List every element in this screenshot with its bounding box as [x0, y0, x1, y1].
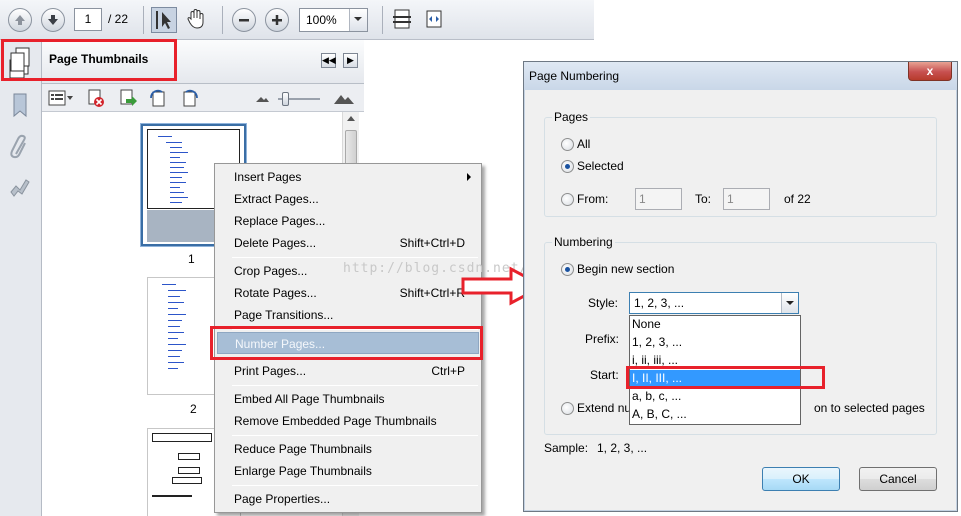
select-tool-icon[interactable] — [151, 7, 177, 33]
page-total: / 22 — [108, 12, 129, 26]
menu-item-insert-pages[interactable]: Insert Pages — [217, 166, 479, 188]
rotate-ccw-icon[interactable] — [148, 88, 168, 108]
chevron-down-icon[interactable] — [781, 293, 798, 313]
zoom-value: 100% — [306, 13, 337, 27]
next-page-icon[interactable] — [41, 8, 65, 32]
style-option[interactable]: None — [630, 316, 800, 334]
radio-from[interactable] — [561, 193, 574, 206]
cancel-button[interactable]: Cancel — [859, 467, 937, 491]
zoom-select[interactable]: 100% — [299, 8, 368, 32]
style-option[interactable]: 1, 2, 3, ... — [630, 334, 800, 352]
menu-item-rotate-pages[interactable]: Rotate Pages... Shift+Ctrl+R — [217, 282, 479, 304]
submenu-arrow-icon — [467, 173, 471, 181]
radio-selected[interactable] — [561, 160, 574, 173]
begin-new-section-label: Begin new section — [577, 262, 675, 276]
menu-item-page-transitions[interactable]: Page Transitions... — [217, 304, 479, 326]
from-input[interactable]: 1 — [635, 188, 682, 210]
zoom-in-icon[interactable] — [265, 8, 289, 32]
toolbar-divider — [222, 6, 223, 34]
pages-group-label: Pages — [552, 110, 591, 124]
attachments-icon[interactable] — [8, 134, 32, 162]
menu-item-embed-thumbnails[interactable]: Embed All Page Thumbnails — [217, 388, 479, 410]
radio-begin-new-section[interactable] — [561, 263, 574, 276]
menu-separator — [232, 485, 478, 486]
large-mountain-icon[interactable] — [332, 88, 356, 108]
small-mountain-icon[interactable] — [252, 88, 272, 108]
thumbnail-label: 1 — [188, 252, 195, 266]
style-value: 1, 2, 3, ... — [634, 296, 685, 310]
options-menu-icon[interactable] — [48, 88, 74, 108]
delete-pages-icon[interactable] — [86, 88, 106, 108]
dialog-title-bar: Page Numbering x — [524, 62, 957, 90]
of-total-label: of 22 — [784, 192, 811, 206]
radio-from-label: From: — [577, 192, 609, 206]
chevron-down-icon[interactable] — [349, 9, 367, 31]
toolbar-divider — [143, 6, 144, 34]
annotation-highlight-box — [626, 366, 825, 389]
menu-item-delete-pages[interactable]: Delete Pages... Shift+Ctrl+D — [217, 232, 479, 254]
signatures-icon[interactable] — [8, 174, 32, 202]
style-label: Style: — [588, 296, 619, 310]
panel-options-icon[interactable]: ▶ — [343, 53, 358, 68]
style-option[interactable]: a, b, c, ... — [630, 388, 800, 406]
ok-button[interactable]: OK — [762, 467, 840, 491]
extend-numbering-label: Extend nu — [577, 401, 632, 415]
menu-separator — [232, 435, 478, 436]
page-numbering-dialog: Page Numbering x Pages All Selected From… — [523, 61, 958, 512]
scroll-up-icon[interactable] — [347, 116, 355, 121]
radio-all[interactable] — [561, 138, 574, 151]
menu-separator — [232, 257, 478, 258]
navigation-pane — [0, 40, 42, 516]
menu-item-enlarge-thumbnails[interactable]: Enlarge Page Thumbnails — [217, 460, 479, 482]
menu-item-print-pages[interactable]: Print Pages... Ctrl+P — [217, 360, 479, 382]
style-select[interactable]: 1, 2, 3, ... — [629, 292, 799, 314]
fit-width-icon[interactable] — [422, 7, 448, 33]
hand-tool-icon[interactable] — [184, 7, 210, 33]
page-thumbnails-icon — [8, 46, 32, 74]
menu-item-page-properties[interactable]: Page Properties... — [217, 488, 479, 510]
rotate-cw-icon[interactable] — [180, 88, 200, 108]
prev-page-icon[interactable] — [8, 8, 32, 32]
collapse-panel-icon[interactable]: ◀◀ — [321, 53, 336, 68]
start-label: Start: — [590, 368, 619, 382]
thumbnail-tools — [42, 84, 364, 112]
radio-all-label: All — [577, 137, 591, 151]
menu-item-reduce-thumbnails[interactable]: Reduce Page Thumbnails — [217, 438, 479, 460]
sample-value: 1, 2, 3, ... — [597, 441, 648, 455]
zoom-out-icon[interactable] — [232, 8, 256, 32]
screenshot-root: 1 / 22 100% Page Thumbnails ◀◀ ▶ 1 2 Ins… — [0, 0, 961, 516]
page-number-input[interactable]: 1 — [74, 8, 102, 31]
menu-item-remove-thumbnails[interactable]: Remove Embedded Page Thumbnails — [217, 410, 479, 432]
dialog-title: Page Numbering — [529, 69, 620, 83]
toolbar-divider — [382, 6, 383, 34]
prefix-label: Prefix: — [585, 332, 620, 346]
menu-item-replace-pages[interactable]: Replace Pages... — [217, 210, 479, 232]
style-option[interactable]: A, B, C, ... — [630, 406, 800, 424]
menu-separator — [232, 385, 478, 386]
thumbnail-label: 2 — [190, 402, 197, 416]
radio-selected-label: Selected — [577, 159, 624, 173]
to-input[interactable]: 1 — [723, 188, 770, 210]
annotation-highlight-box — [210, 326, 483, 360]
close-button[interactable]: x — [908, 62, 952, 81]
sample-label: Sample: — [544, 441, 589, 455]
radio-extend-numbering[interactable] — [561, 402, 574, 415]
numbering-group-label: Numbering — [552, 235, 615, 249]
fit-page-icon[interactable] — [390, 7, 416, 33]
insert-pages-icon[interactable] — [118, 88, 138, 108]
extend-numbering-label-tail: on to selected pages — [814, 401, 925, 415]
bookmarks-icon[interactable] — [8, 92, 32, 120]
to-label: To: — [695, 192, 712, 206]
acrobat-toolbar: 1 / 22 100% — [0, 0, 594, 40]
menu-item-extract-pages[interactable]: Extract Pages... — [217, 188, 479, 210]
thumbnail-size-slider[interactable] — [278, 92, 320, 106]
